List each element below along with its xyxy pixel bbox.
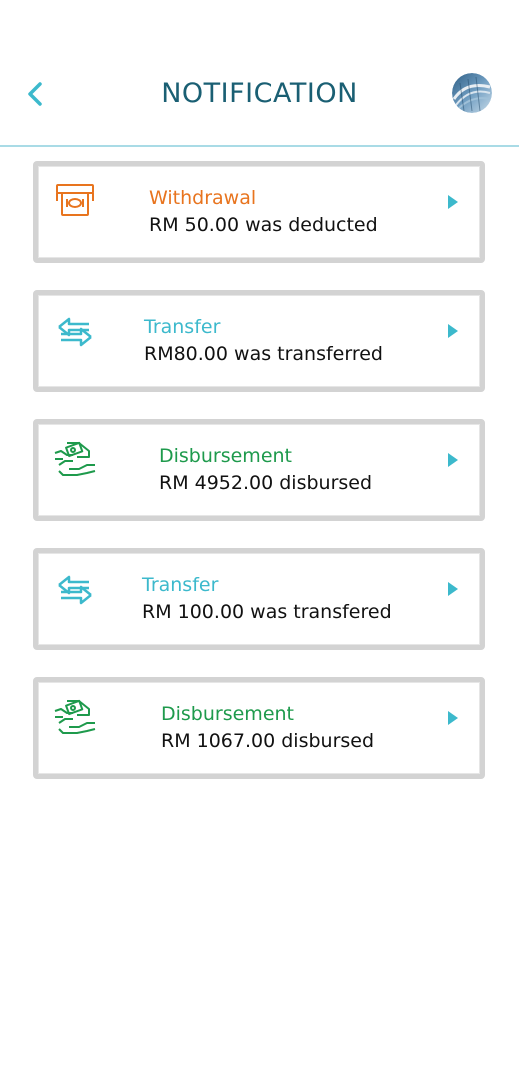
notification-title: Transfer <box>144 316 221 338</box>
header-bar: NOTIFICATION <box>0 0 519 147</box>
chevron-right-icon <box>448 324 458 338</box>
notification-card-transfer[interactable]: Transfer RM 100.00 was transfered <box>33 548 485 650</box>
notification-card-withdrawal[interactable]: Withdrawal RM 50.00 was deducted <box>33 161 485 263</box>
transfer-arrows-icon <box>53 310 97 354</box>
notification-card-disbursement[interactable]: Disbursement RM 4952.00 disbursed <box>33 419 485 521</box>
chevron-right-icon <box>448 453 458 467</box>
transfer-arrows-icon <box>53 568 97 612</box>
chevron-right-icon <box>448 195 458 209</box>
notification-message: RM 4952.00 disbursed <box>159 472 373 494</box>
atm-cash-icon <box>53 181 97 225</box>
notification-card-disbursement[interactable]: Disbursement RM 1067.00 disbursed <box>33 677 485 779</box>
notification-title: Disbursement <box>161 703 294 725</box>
notification-title: Withdrawal <box>149 187 257 209</box>
header-divider <box>0 145 519 147</box>
avatar[interactable] <box>452 73 492 113</box>
chevron-right-icon <box>448 582 458 596</box>
page-title: NOTIFICATION <box>161 78 358 109</box>
notification-title: Disbursement <box>159 445 292 467</box>
notification-message: RM 50.00 was deducted <box>149 214 378 236</box>
chevron-right-icon <box>448 711 458 725</box>
notification-message: RM 100.00 was transfered <box>142 601 392 623</box>
notification-message: RM 1067.00 disbursed <box>161 730 375 752</box>
notification-title: Transfer <box>142 574 219 596</box>
hand-money-icon <box>53 439 97 483</box>
hand-money-icon <box>53 697 97 741</box>
profile-photo-icon <box>452 73 492 113</box>
notification-message: RM80.00 was transferred <box>144 343 383 365</box>
notification-card-transfer[interactable]: Transfer RM80.00 was transferred <box>33 290 485 392</box>
